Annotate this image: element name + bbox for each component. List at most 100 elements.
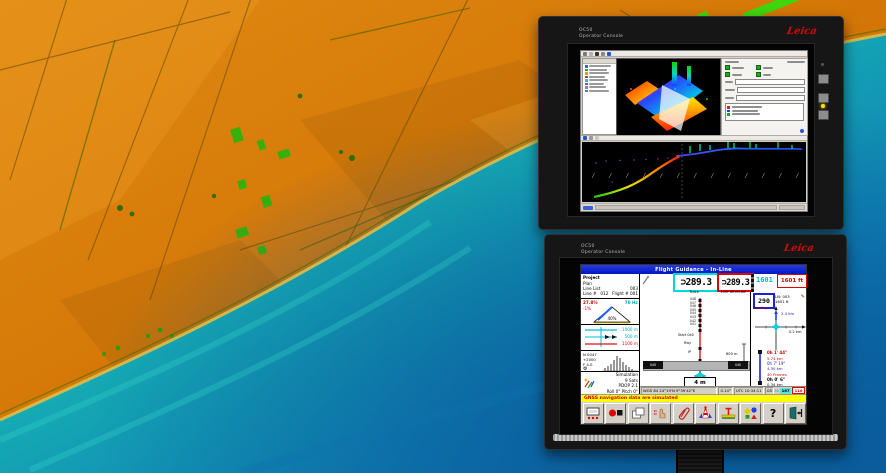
dropdown-field[interactable]	[735, 79, 805, 85]
flight-right-panel: 1601 1601 ft 290 Heading LN: 003 1601 ft…	[751, 274, 806, 386]
power-led	[821, 104, 825, 108]
monitor-top: OC50 Operator Console Leica	[538, 16, 844, 230]
record-stop-button[interactable]	[605, 403, 626, 424]
flight-guidance-window: Flight Guidance - In-Line Project Plan L…	[580, 264, 807, 425]
coverage-gauge: 40%	[592, 306, 632, 324]
checkbox[interactable]	[725, 65, 730, 70]
help-button[interactable]: ?	[763, 403, 784, 424]
save-icon[interactable]	[589, 52, 593, 56]
monitor-top-screen	[567, 43, 815, 217]
leg-dist-2: 4.30 km	[767, 366, 783, 371]
open-icon[interactable]	[583, 52, 587, 56]
checkbox[interactable]	[725, 72, 730, 77]
ip-label: IP	[688, 350, 691, 354]
alt-low-label: 1100 m	[622, 341, 638, 346]
profile-zoom-icon[interactable]	[595, 136, 599, 140]
leg-dist-1: 5.74 km	[767, 356, 783, 361]
laser-rate: 70 Hz	[625, 300, 638, 305]
scale-label: 600 m	[726, 352, 738, 356]
current-altitude: 1601	[756, 276, 773, 284]
flight-status-bar: WGS 84 24°19'N 9°39'42"E 0.14° UTC 10:34…	[640, 386, 806, 394]
flight-number: Flight # 001	[612, 291, 638, 296]
runway-end-left: 040	[643, 361, 663, 369]
attitude-values: Roll 0° Pitch 0°	[607, 389, 638, 394]
pdop-value: PDOP 2.1	[618, 383, 638, 388]
monitor-bottom: OC50 Operator Console Leica Flight Guida…	[544, 234, 847, 450]
classification-list[interactable]	[725, 103, 804, 121]
status-field	[779, 205, 805, 210]
active-line-alt: 1601 ft	[775, 299, 789, 304]
stop-icon[interactable]	[595, 52, 599, 56]
profile-tool-icon[interactable]	[589, 136, 593, 140]
level-tool-button[interactable]	[718, 403, 739, 424]
edit-pencil-icon[interactable]: ✎	[801, 294, 805, 300]
leica-logo: Leica	[783, 243, 815, 254]
refresh-icon[interactable]	[800, 129, 804, 133]
status-icon	[583, 206, 593, 210]
surface-profile	[678, 148, 802, 156]
display-layout-button[interactable]	[583, 403, 604, 424]
leica-logo: Leica	[786, 26, 818, 37]
checkbox[interactable]	[756, 72, 761, 77]
altitude-ruler	[751, 274, 754, 292]
return-histogram	[602, 355, 638, 371]
slope-value: -1%	[583, 306, 591, 311]
dropdown-field[interactable]	[737, 87, 805, 93]
lidar-toolbar[interactable]	[581, 51, 807, 57]
axis-ticks	[592, 173, 799, 178]
monitor-button-2[interactable]	[818, 93, 829, 103]
monitor-button-1[interactable]	[818, 74, 829, 84]
monitor-bottom-label: OC50 Operator Console	[581, 244, 625, 255]
ground-speed-value: 167	[780, 388, 791, 394]
track-label: Track	[673, 289, 715, 294]
pointcloud-3d-viewport[interactable]	[616, 58, 721, 136]
compass-up-distance: 2.4 km	[781, 311, 794, 316]
dropdown-field[interactable]	[736, 95, 805, 101]
attach-button[interactable]	[673, 403, 694, 424]
overlap-value: 27.8%	[583, 300, 598, 305]
gauge-fill-label: 40%	[608, 316, 617, 321]
shapes-button[interactable]	[740, 403, 761, 424]
layer-tree-panel[interactable]	[582, 58, 617, 135]
monitor-bottom-screen: Flight Guidance - In-Line Project Plan L…	[559, 257, 833, 435]
monitor-button-3[interactable]	[818, 110, 829, 120]
target-altitude-box: 1601 ft	[777, 274, 807, 288]
line-direction-label: Line direction	[717, 289, 750, 294]
desktop-scene: OC50 Operator Console Leica	[0, 0, 886, 473]
beacon-button[interactable]	[695, 403, 716, 424]
checkbox[interactable]	[756, 65, 761, 70]
properties-panel	[721, 58, 808, 136]
line-number-value: 012	[600, 291, 608, 296]
tree-item[interactable]	[583, 89, 616, 93]
line-number-label: Line #	[583, 291, 597, 296]
tool-icon[interactable]	[601, 52, 605, 56]
profile-waterfall-view[interactable]	[582, 142, 806, 202]
gnss-warning-bar: GNSS navigation data are simulated	[581, 394, 806, 402]
manual-control-button[interactable]	[650, 403, 671, 424]
seabed-profile	[594, 157, 678, 197]
gear-icon[interactable]: ⚙	[583, 366, 587, 372]
waypoint-icon	[583, 377, 595, 389]
leg-time-3: 0h 0' 6"	[767, 377, 785, 382]
compass-right-distance: 0.2 km	[789, 330, 801, 334]
status-field	[595, 205, 777, 210]
ambient-sensor-dot	[821, 63, 824, 66]
gs-unit: kn	[775, 389, 779, 393]
start-waypoint-label: Start 040	[678, 333, 694, 337]
sats-count: 9 Sats	[625, 378, 638, 383]
lidar-app-window	[580, 50, 808, 212]
profile-play-icon[interactable]	[583, 136, 587, 140]
monitor-sublabel: Operator Console	[579, 34, 623, 40]
profile-toolbar[interactable]	[581, 135, 807, 141]
play-icon[interactable]	[607, 52, 611, 56]
alt-mid-label: 500 m	[625, 334, 638, 339]
sim-mode: Simulation	[616, 372, 638, 377]
lidar-status-bar	[581, 203, 807, 211]
runway-label: Rwy	[684, 341, 691, 345]
monitor-top-label: OC50 Operator Console	[579, 28, 623, 39]
windows-button[interactable]	[628, 403, 649, 424]
exit-button[interactable]	[785, 403, 806, 424]
speaker-grille	[553, 434, 838, 441]
leg-progress-line	[756, 350, 764, 386]
flight-left-panel: Project Plan Line List003 Line #012Fligh…	[581, 274, 640, 394]
